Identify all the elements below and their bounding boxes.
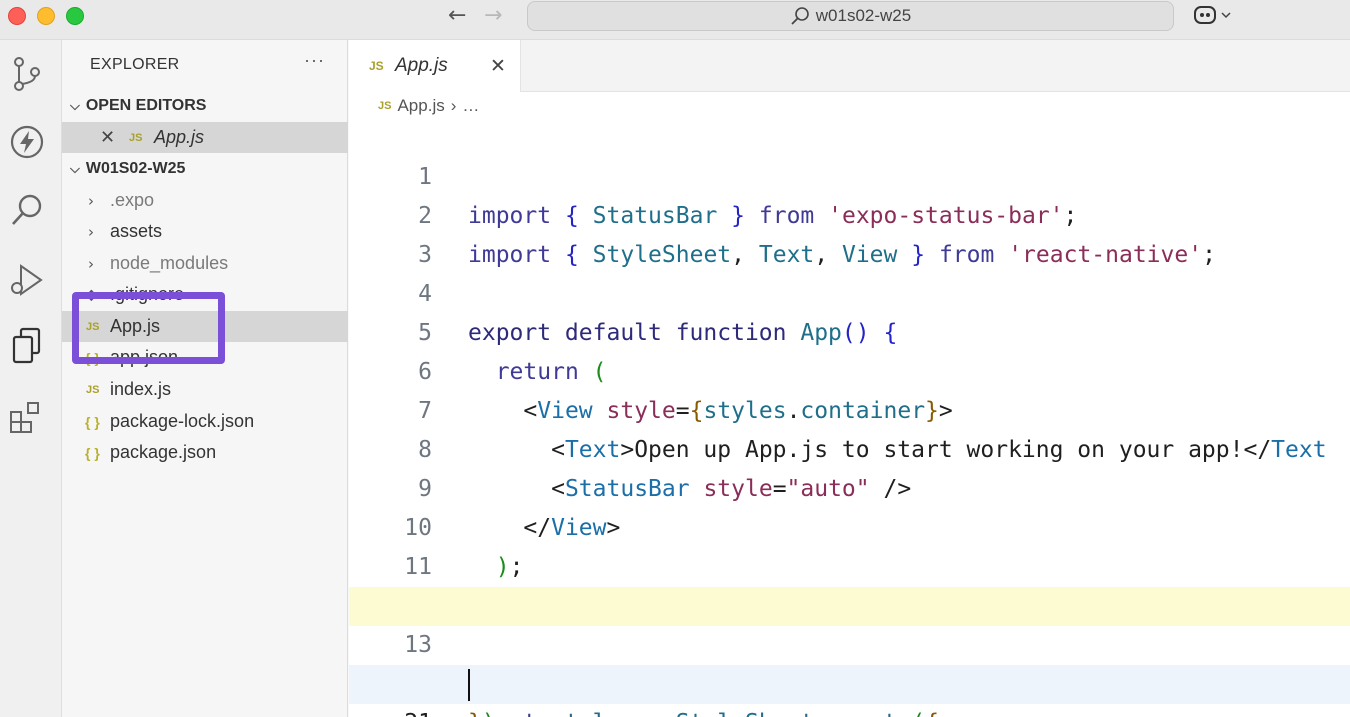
tree-item-package-json[interactable]: { } package.json: [62, 437, 348, 468]
explorer-files-icon[interactable]: [9, 327, 45, 364]
open-editor-item[interactable]: ✕ JS App.js: [62, 122, 348, 153]
code-line[interactable]: 12: [349, 548, 1350, 619]
line-number: 21: [372, 704, 432, 717]
code-text: });: [468, 704, 510, 717]
copilot-menu[interactable]: [1193, 4, 1231, 26]
json-file-icon: { }: [85, 413, 100, 430]
code-line[interactable]: 7 <Text>Open up App.js to start working …: [349, 353, 1350, 463]
activity-bar: [0, 40, 62, 717]
code-line[interactable]: 2 import { StyleSheet, Text, View } from…: [349, 158, 1350, 268]
code-line[interactable]: 4 export default function App() {: [349, 236, 1350, 346]
close-window-button[interactable]: [8, 7, 26, 25]
editor-tabs: JS App.js ✕: [349, 40, 1350, 92]
json-file-icon: { }: [85, 444, 100, 461]
back-arrow-icon[interactable]: ←: [448, 4, 466, 28]
project-label: W01S02-W25: [85, 160, 186, 177]
tree-item-label: index.js: [110, 379, 172, 399]
breadcrumb-more[interactable]: …: [462, 96, 479, 116]
editor-area: JS App.js ✕ JS App.js › … 1 import { Sta…: [349, 40, 1350, 717]
tree-item-label: .expo: [110, 190, 155, 210]
chevron-right-icon: ›: [88, 191, 94, 210]
code-line[interactable]: 5 return (: [349, 275, 1350, 385]
tab-label: App.js: [395, 55, 448, 76]
tree-item-label: package.json: [110, 442, 217, 462]
code-line[interactable]: 3: [349, 197, 1350, 268]
code-line[interactable]: 11 }: [349, 509, 1350, 619]
close-icon[interactable]: ✕: [100, 127, 115, 148]
tree-item-label: assets: [110, 221, 163, 241]
js-file-icon: JS: [378, 100, 392, 112]
run-debug-icon[interactable]: [9, 262, 45, 298]
tree-item-package-lock[interactable]: { } package-lock.json: [62, 406, 348, 437]
search-icon[interactable]: [9, 192, 45, 228]
open-editors-label: OPEN EDITORS: [85, 97, 207, 114]
explorer-title: EXPLORER: [90, 56, 180, 73]
source-control-icon[interactable]: [9, 56, 45, 92]
chevron-down-icon: [1221, 12, 1231, 19]
text-cursor: [468, 669, 470, 701]
js-file-icon: JS: [86, 383, 100, 396]
js-file-icon: JS: [369, 59, 384, 73]
lightning-icon[interactable]: [9, 124, 45, 160]
open-editors-header[interactable]: ⌵ OPEN EDITORS: [62, 91, 348, 121]
tree-item-label: package-lock.json: [110, 411, 255, 431]
extensions-icon[interactable]: [9, 400, 45, 436]
tree-item-expo[interactable]: › .expo: [62, 185, 348, 216]
minimize-window-button[interactable]: [37, 7, 55, 25]
code-line[interactable]: 10 );: [349, 470, 1350, 580]
code-line-folded[interactable]: 13 › const styles = StyleSheet.create({ …: [349, 587, 1350, 717]
chevron-right-icon: ›: [88, 222, 94, 241]
tree-item-node-modules[interactable]: › node_modules: [62, 248, 348, 279]
explorer-sidebar: EXPLORER ··· ⌵ OPEN EDITORS ✕ JS App.js …: [62, 40, 348, 717]
breadcrumb-separator-icon: ›: [450, 96, 457, 115]
copilot-icon: [1194, 6, 1216, 24]
code-line-current[interactable]: 21: [349, 665, 1350, 717]
title-bar: ← → w01s02-w25: [0, 0, 1350, 40]
tree-item-assets[interactable]: › assets: [62, 216, 348, 247]
open-editor-label: App.js: [154, 127, 205, 147]
breadcrumb: JS App.js › …: [378, 96, 479, 116]
code-line[interactable]: 6 <View style={styles.container}>: [349, 314, 1350, 424]
js-file-icon: JS: [129, 131, 143, 144]
tree-item-index-js[interactable]: JS index.js: [62, 374, 348, 405]
chevron-down-icon: ⌵: [70, 98, 80, 114]
chevron-down-icon: ⌵: [70, 161, 80, 177]
forward-arrow-icon[interactable]: →: [484, 4, 502, 28]
close-tab-icon[interactable]: ✕: [490, 55, 506, 77]
tab-app-js[interactable]: JS App.js ✕: [349, 40, 521, 92]
code-text: const styles = StyleSheet.create({ ⋯: [468, 704, 967, 717]
project-folder-header[interactable]: ⌵ W01S02-W25: [62, 154, 348, 184]
tree-item-label: node_modules: [110, 253, 229, 273]
code-line[interactable]: 8 <StatusBar style="auto" />: [349, 392, 1350, 502]
code-line[interactable]: 9 </View>: [349, 431, 1350, 541]
code-line[interactable]: 1 import { StatusBar } from 'expo-status…: [349, 119, 1350, 229]
highlight-annotation-box: [72, 292, 225, 364]
code-line[interactable]: 20 });: [349, 626, 1350, 717]
breadcrumb-file[interactable]: App.js: [397, 96, 444, 116]
search-icon: [791, 7, 809, 25]
folded-ellipsis[interactable]: ⋯: [953, 710, 967, 717]
search-text: w01s02-w25: [815, 6, 912, 25]
zoom-window-button[interactable]: [66, 7, 84, 25]
command-center-search[interactable]: w01s02-w25: [527, 1, 1174, 31]
more-actions-icon[interactable]: ···: [304, 50, 325, 71]
chevron-right-icon: ›: [88, 254, 94, 273]
